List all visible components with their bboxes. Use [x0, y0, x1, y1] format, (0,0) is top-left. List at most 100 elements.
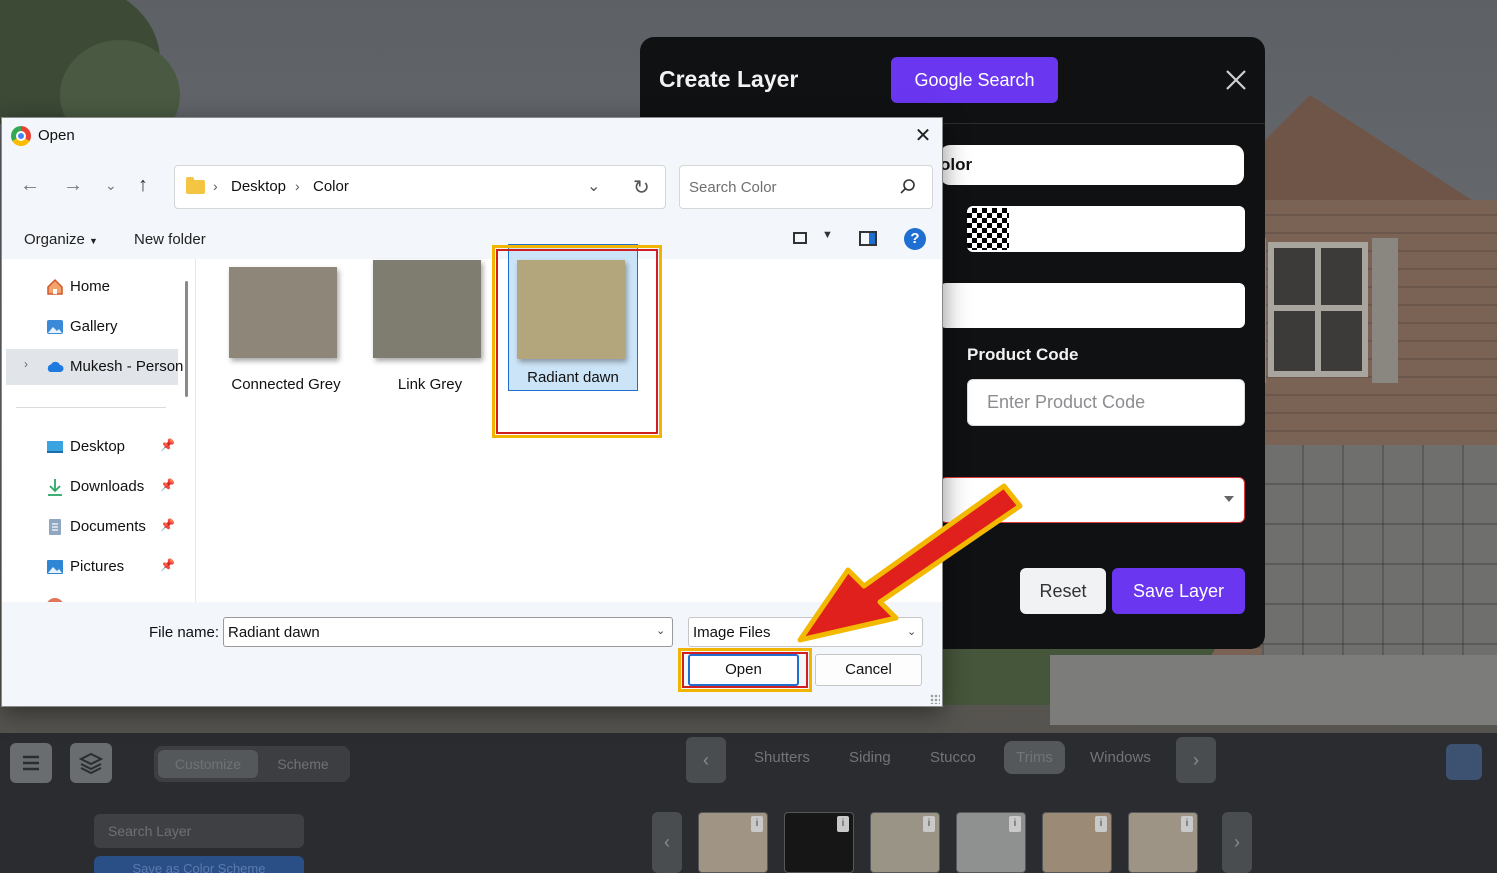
tab-stucco[interactable]: Stucco [930, 749, 976, 766]
sidebar-item-documents[interactable]: Documents 📌 [2, 509, 178, 545]
navigation-bar: ← → ⌄ ↑ › Desktop › Color ⌄ ↻ Search Col… [2, 153, 942, 219]
downloads-icon [48, 479, 62, 496]
close-icon[interactable]: ✕ [907, 123, 939, 149]
reset-button[interactable]: Reset [1020, 568, 1106, 614]
close-icon[interactable] [1223, 67, 1249, 93]
sidebar-item-label: Documents [70, 518, 146, 535]
navigation-pane: Home Gallery › Mukesh - Person Desktop 📌… [2, 259, 196, 602]
view-icon[interactable] [793, 232, 807, 244]
preview-pane-icon[interactable] [859, 231, 877, 246]
sidebar-item-label: Desktop [70, 438, 126, 455]
swatch-strip: ‹ i i i i i i › [652, 812, 1252, 873]
chevron-down-icon[interactable]: ⌄ [587, 176, 600, 196]
product-code-input[interactable]: Enter Product Code [967, 379, 1245, 426]
color-swatch[interactable]: i [956, 812, 1026, 873]
product-code-label: Product Code [967, 345, 1079, 364]
layers-button[interactable] [70, 743, 112, 783]
save-layer-button[interactable]: Save Layer [1112, 568, 1245, 614]
search-input[interactable]: Search Color [679, 165, 933, 209]
tab-siding[interactable]: Siding [849, 749, 891, 766]
color-picker-field[interactable] [967, 206, 1245, 252]
breadcrumb-separator: › [213, 178, 218, 194]
pin-icon[interactable]: 📌 [160, 518, 175, 532]
file-type-select[interactable]: Image Files ⌄ [688, 617, 923, 647]
chevron-down-icon[interactable]: ▼ [822, 229, 833, 241]
sidebar-item-label: Mukesh - Person [70, 358, 184, 375]
file-name-input[interactable]: Radiant dawn ⌄ [223, 617, 673, 647]
info-icon[interactable]: i [837, 816, 849, 832]
tab-windows[interactable]: Windows [1090, 749, 1151, 766]
info-icon[interactable]: i [1181, 816, 1193, 832]
breadcrumb-desktop[interactable]: Desktop [231, 178, 286, 195]
sidebar-item-label: Home [70, 278, 111, 295]
swatch-prev-button[interactable]: ‹ [652, 812, 682, 873]
file-name-value: Radiant dawn [228, 624, 320, 641]
sidebar-scrollbar[interactable] [185, 281, 188, 397]
info-icon[interactable]: i [751, 816, 763, 832]
file-item-selected[interactable]: Radiant dawn [508, 244, 638, 391]
menu-button[interactable] [10, 743, 52, 783]
sidebar-divider [16, 407, 166, 408]
category-prev-button[interactable]: ‹ [686, 737, 726, 783]
text-field[interactable] [940, 283, 1245, 328]
address-bar[interactable]: › Desktop › Color ⌄ ↻ [174, 165, 666, 209]
sidebar-item-home[interactable]: Home [2, 269, 178, 305]
info-icon[interactable]: i [1095, 816, 1107, 832]
sidebar-item-onedrive[interactable]: › Mukesh - Person [6, 349, 183, 385]
modal-title: Create Layer [659, 66, 799, 92]
tab-customize[interactable]: Customize [158, 750, 258, 778]
sidebar-item-label: Downloads [70, 478, 145, 495]
cancel-button[interactable]: Cancel [815, 654, 922, 686]
open-button[interactable]: Open [688, 654, 799, 686]
sidebar-item-partial[interactable] [2, 589, 178, 602]
organize-button[interactable]: Organize ▼ [24, 231, 98, 248]
layer-name-field[interactable]: olor [940, 145, 1244, 185]
color-swatch[interactable]: i [698, 812, 768, 873]
sidebar-item-desktop[interactable]: Desktop 📌 [2, 429, 178, 465]
sidebar-item-label: Gallery [70, 318, 118, 335]
tab-shutters[interactable]: Shutters [754, 749, 810, 766]
swatch-next-button[interactable]: › [1222, 812, 1252, 873]
back-icon[interactable]: ← [20, 175, 40, 195]
google-search-button[interactable]: Google Search [891, 57, 1058, 103]
breadcrumb-color[interactable]: Color [313, 178, 349, 195]
chevron-down-icon [1224, 496, 1234, 502]
chevron-down-icon[interactable]: ⌄ [105, 175, 117, 195]
up-icon[interactable]: ↑ [138, 175, 148, 195]
search-layer-input[interactable]: Search Layer [94, 814, 304, 848]
category-select[interactable] [940, 477, 1245, 523]
toolbar-search-button[interactable] [1446, 744, 1482, 780]
dialog-titlebar: Open ✕ [2, 118, 942, 153]
file-name: Connected Grey [231, 376, 341, 393]
tab-scheme[interactable]: Scheme [260, 750, 346, 778]
pin-icon[interactable]: 📌 [160, 558, 175, 572]
sidebar-item-pictures[interactable]: Pictures 📌 [2, 549, 178, 585]
new-folder-button[interactable]: New folder [134, 231, 206, 248]
breadcrumb-separator: › [295, 178, 300, 194]
file-item[interactable]: Connected Grey [221, 267, 351, 412]
color-swatch[interactable]: i [784, 812, 854, 873]
sidebar-item-downloads[interactable]: Downloads 📌 [2, 469, 178, 505]
category-next-button[interactable]: › [1176, 737, 1216, 783]
chevron-right-icon[interactable]: › [24, 357, 28, 371]
color-swatch[interactable]: i [1042, 812, 1112, 873]
tab-trims[interactable]: Trims [1004, 741, 1065, 774]
file-item[interactable]: Link Grey [365, 260, 495, 412]
refresh-icon[interactable]: ↻ [633, 175, 650, 200]
info-icon[interactable]: i [1009, 816, 1021, 832]
driveway [1050, 655, 1497, 725]
pin-icon[interactable]: 📌 [160, 478, 175, 492]
save-color-scheme-button[interactable]: Save as Color Scheme [94, 856, 304, 873]
info-icon[interactable]: i [923, 816, 935, 832]
resize-grip[interactable] [930, 694, 940, 704]
pin-icon[interactable]: 📌 [160, 438, 175, 452]
open-file-dialog: Open ✕ ← → ⌄ ↑ › Desktop › Color ⌄ ↻ Sea… [1, 117, 943, 707]
color-swatch[interactable]: i [870, 812, 940, 873]
transparent-swatch-icon [967, 208, 1009, 250]
sidebar-item-gallery[interactable]: Gallery [2, 309, 178, 345]
chevron-down-icon[interactable]: ⌄ [656, 624, 665, 637]
forward-icon[interactable]: → [63, 175, 83, 195]
home-icon [47, 278, 63, 295]
help-icon[interactable]: ? [904, 228, 926, 250]
color-swatch[interactable]: i [1128, 812, 1198, 873]
